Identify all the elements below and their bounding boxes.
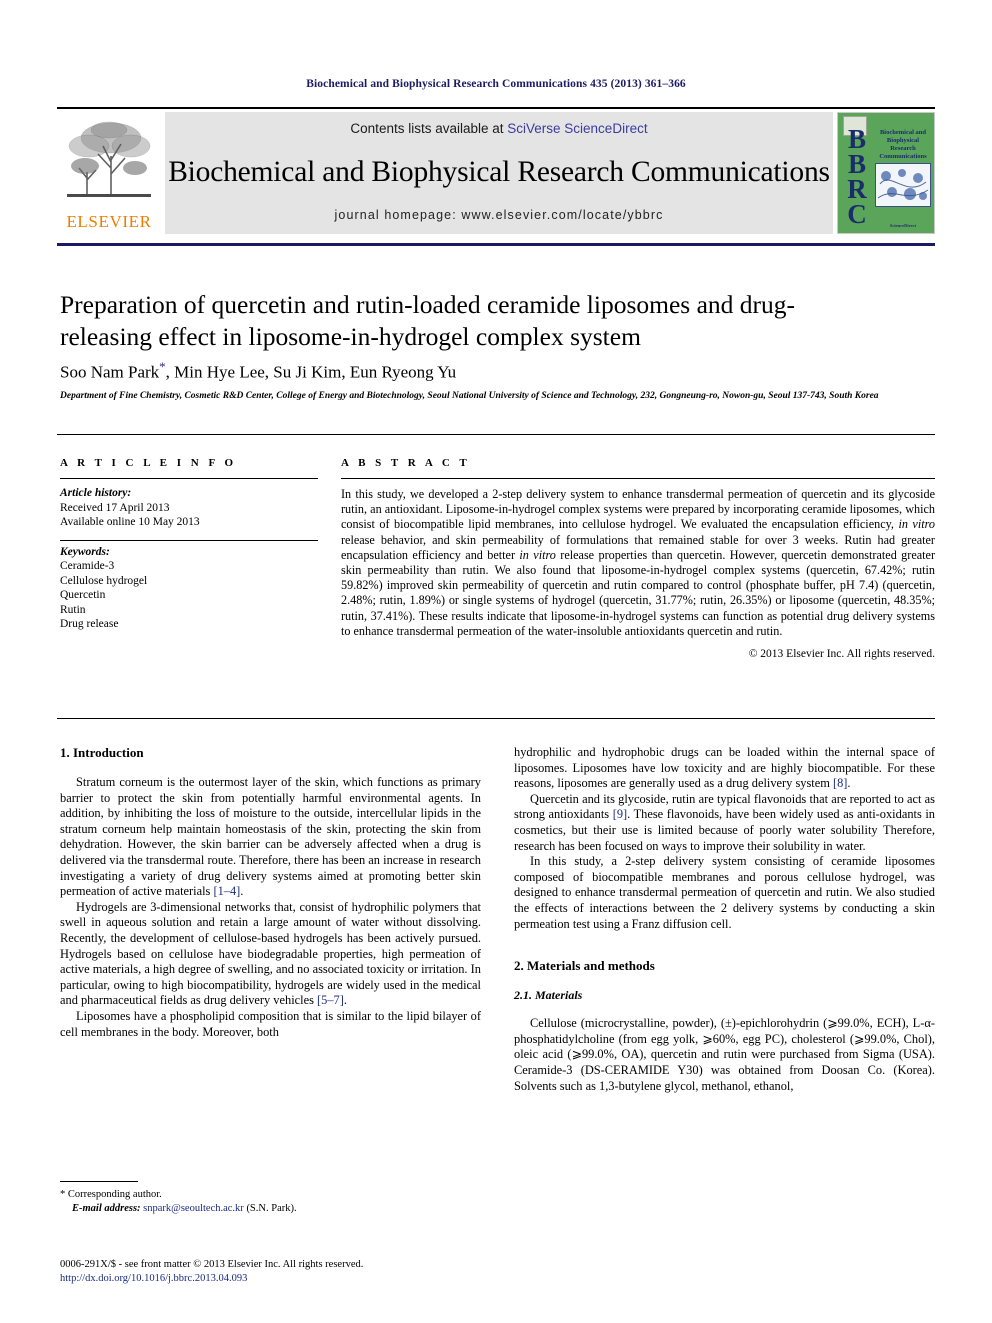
section-heading-introduction: 1. Introduction (60, 745, 144, 760)
paragraph-materials-list: Cellulose (microcrystalline, powder), (±… (514, 1016, 935, 1093)
abstract-italic-1: in vitro (898, 517, 935, 532)
para1-text-a: Stratum corneum is the outermost layer o… (60, 775, 481, 899)
elsevier-tree-icon (67, 121, 151, 197)
journal-article-page: Biochemical and Biophysical Research Com… (0, 0, 992, 1323)
email-link[interactable]: snpark@seoultech.ac.kr (143, 1203, 244, 1214)
contents-lists-line: Contents lists available at SciVerse Sci… (350, 121, 647, 136)
corresponding-author-text: Corresponding author. (67, 1189, 162, 1200)
masthead-center-panel: Contents lists available at SciVerse Sci… (165, 112, 833, 234)
paragraph-hydrogels: Hydrogels are 3-dimensional networks tha… (60, 900, 481, 1009)
bbrc-monogram: BBRC (847, 124, 867, 229)
masthead-bottom-rule (57, 243, 935, 246)
paragraph-liposomes: Liposomes have a phospholipid compositio… (60, 1008, 481, 1039)
abstract-italic-2: in vitro (519, 547, 556, 562)
title-bottom-rule (57, 434, 935, 435)
paragraph-quercetin-rutin: Quercetin and its glycoside, rutin are t… (514, 792, 935, 854)
article-info-heading: A R T I C L E I N F O (60, 457, 237, 469)
author-list: Soo Nam Park*, Min Hye Lee, Su Ji Kim, E… (60, 359, 880, 383)
bbrc-cover-footer: ScienceDirect (889, 223, 917, 228)
article-info-column: A R T I C L E I N F O Article history: R… (60, 457, 318, 632)
keyword-item: Ceramide-3 (60, 560, 115, 572)
para4-text-a: hydrophilic and hydrophobic drugs can be… (514, 745, 935, 791)
citation-5-7[interactable]: [5–7] (317, 993, 344, 1007)
paragraph-liposomes-cont: hydrophilic and hydrophobic drugs can be… (514, 745, 935, 792)
abstract-heading: A B S T R A C T (341, 457, 471, 469)
section-heading-materials-and-methods: 2. Materials and methods (514, 958, 655, 974)
page-footer: 0006-291X/$ - see front matter © 2013 El… (60, 1258, 620, 1285)
email-note: E-mail address: snpark@seoultech.ac.kr (… (60, 1202, 480, 1216)
article-history-online: Available online 10 May 2013 (60, 516, 200, 528)
bbrc-artwork-icon (876, 164, 930, 206)
abstract-rule (341, 478, 935, 479)
paragraph-stratum-corneum: Stratum corneum is the outermost layer o… (60, 775, 481, 900)
article-history-label: Article history: (60, 487, 132, 499)
author-affiliation: Department of Fine Chemistry, Cosmetic R… (60, 391, 879, 401)
elsevier-wordmark: ELSEVIER (66, 212, 152, 231)
article-history-block: Article history: Received 17 April 2013 … (60, 486, 318, 530)
bbrc-cover-logo: BBRC Biochemical and Biophysical Researc… (837, 112, 935, 234)
citation-1-4[interactable]: [1–4] (213, 884, 240, 898)
abstract-bottom-rule (57, 718, 935, 719)
sciencedirect-link[interactable]: SciVerse ScienceDirect (507, 121, 647, 136)
keywords-block: Keywords: Ceramide-3 Cellulose hydrogel … (60, 545, 318, 632)
running-head: Biochemical and Biophysical Research Com… (306, 78, 686, 90)
keyword-item: Quercetin (60, 589, 106, 601)
body-column-left: 1. Introduction Stratum corneum is the o… (60, 745, 481, 1040)
citation-9[interactable]: [9] (613, 807, 627, 821)
keyword-item: Cellulose hydrogel (60, 574, 148, 587)
article-info-rule (60, 478, 318, 479)
paragraph-this-study: In this study, a 2-step delivery system … (514, 854, 935, 931)
issn-copyright-line: 0006-291X/$ - see front matter © 2013 El… (60, 1259, 364, 1270)
journal-title: Biochemical and Biophysical Research Com… (168, 155, 830, 188)
para2-text-b: . (343, 993, 347, 1008)
abstract-column: A B S T R A C T In this study, we develo… (341, 457, 935, 660)
doi-link[interactable]: http://dx.doi.org/10.1016/j.bbrc.2013.04… (60, 1272, 620, 1286)
para4-text-b: . (847, 776, 851, 791)
para1-text-b: . (240, 884, 244, 899)
keyword-item: Rutin (60, 603, 86, 616)
email-suffix: (S.N. Park). (243, 1202, 297, 1214)
journal-masthead: ELSEVIER Contents lists available at Sci… (57, 107, 935, 235)
para2-text-a: Hydrogels are 3-dimensional networks tha… (60, 899, 481, 1008)
footnote-star-icon: * (60, 1189, 66, 1200)
bbrc-cover-artwork (875, 163, 931, 207)
keyword-item: Drug release (60, 618, 119, 630)
subsection-heading-materials: 2.1. Materials (514, 988, 583, 1003)
abstract-part-1: In this study, we developed a 2-step del… (341, 487, 935, 532)
page-title: Preparation of quercetin and rutin-loade… (60, 290, 795, 351)
body-column-right: hydrophilic and hydrophobic drugs can be… (514, 745, 935, 1094)
citation-8[interactable]: [8] (833, 776, 847, 790)
author-rest: , Min Hye Lee, Su Ji Kim, Eun Ryeong Yu (165, 362, 457, 382)
bbrc-cover-title: Biochemical and Biophysical Research Com… (879, 129, 927, 160)
article-history-received: Received 17 April 2013 (60, 501, 170, 514)
elsevier-logo: ELSEVIER (57, 112, 161, 234)
keywords-label: Keywords: (60, 545, 110, 558)
abstract-copyright: © 2013 Elsevier Inc. All rights reserved… (748, 648, 935, 661)
footnote-block: * Corresponding author. E-mail address: … (60, 1188, 480, 1215)
article-info-separator (60, 539, 318, 541)
abstract-text: In this study, we developed a 2-step del… (341, 487, 935, 639)
contents-lists-prefix: Contents lists available at (350, 121, 508, 136)
email-label: E-mail address: (72, 1202, 141, 1214)
corresponding-author-note: * Corresponding author. (60, 1188, 480, 1202)
footnote-rule (60, 1181, 138, 1182)
author-first: Soo Nam Park (60, 362, 160, 382)
journal-homepage-link[interactable]: journal homepage: www.elsevier.com/locat… (335, 208, 664, 222)
